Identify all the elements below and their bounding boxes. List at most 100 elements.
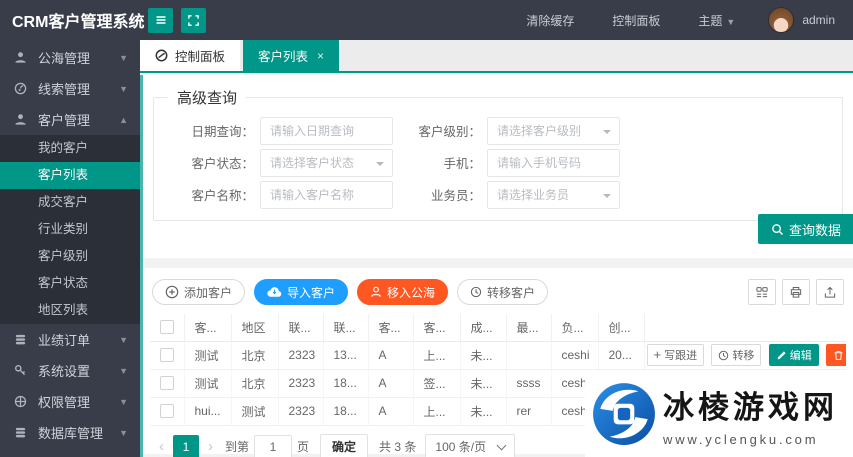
- sidebar-item-label: 业绩订单: [38, 333, 91, 348]
- mobile-input[interactable]: [487, 148, 620, 177]
- transfer-button[interactable]: 转移: [711, 344, 762, 366]
- write-followup-button[interactable]: +写跟进: [646, 344, 705, 366]
- nav-clear-cache[interactable]: 清除缓存: [507, 12, 593, 29]
- sidebar-item-performance-orders[interactable]: 业绩订单 ▼: [0, 324, 140, 355]
- close-icon[interactable]: ×: [317, 49, 324, 63]
- filter-columns-icon: [755, 286, 769, 299]
- user-icon: [14, 51, 29, 64]
- plus-icon: +: [653, 347, 662, 362]
- user-icon: [370, 286, 382, 298]
- sidebar-item-permission-mgmt[interactable]: 权限管理 ▼: [0, 386, 140, 417]
- column-header: 负...: [551, 314, 599, 342]
- column-header: 联...: [278, 314, 324, 342]
- total-count-label: 共 3 条: [379, 440, 417, 454]
- import-customer-button[interactable]: 导入客户: [254, 279, 349, 305]
- row-checkbox[interactable]: [160, 376, 174, 390]
- column-header: 创...: [598, 314, 645, 342]
- sidebar-subitem-customer-level[interactable]: 客户级别: [0, 243, 140, 270]
- page-size-select[interactable]: 100 条/页: [425, 433, 516, 457]
- sidebar-item-system-settings[interactable]: 系统设置 ▼: [0, 355, 140, 386]
- filter-columns-button[interactable]: [748, 279, 776, 305]
- sidebar-item-clue-mgmt[interactable]: 线索管理 ▼: [0, 73, 140, 104]
- app-title: CRM客户管理系统: [12, 14, 145, 31]
- tab-label: 客户列表: [258, 50, 309, 64]
- cell: 北京: [231, 369, 279, 398]
- select-all-checkbox[interactable]: [160, 320, 174, 335]
- delete-button[interactable]: 删除: [826, 344, 846, 366]
- cell: 测试: [231, 397, 279, 426]
- customer-name-input[interactable]: [260, 180, 393, 209]
- advanced-query-panel: 高级查询 日期查询： 客户级别： 请选择客户级别 客户状态： 请选择客户状态: [143, 75, 853, 258]
- avatar[interactable]: [768, 7, 795, 33]
- sidebar-item-customer-mgmt[interactable]: 客户管理 ▲: [0, 104, 140, 135]
- column-header: 成...: [460, 314, 507, 342]
- date-query-input[interactable]: [260, 116, 393, 145]
- tab-customer-list[interactable]: 客户列表 ×: [243, 40, 340, 71]
- cell: 未...: [460, 341, 507, 370]
- row-checkbox[interactable]: [160, 348, 174, 362]
- row-checkbox[interactable]: [160, 404, 174, 418]
- nav-theme-label: 主题: [698, 13, 723, 28]
- button-label: 添加客户: [184, 285, 233, 300]
- sidebar-subitem-my-customers[interactable]: 我的客户: [0, 135, 140, 162]
- customer-level-select[interactable]: 请选择客户级别: [487, 116, 620, 145]
- customer-icon: [14, 113, 29, 126]
- select-placeholder: 请选择客户级别: [497, 124, 582, 138]
- print-button[interactable]: [782, 279, 810, 305]
- chevron-down-icon: ▼: [726, 16, 736, 27]
- fullscreen-button[interactable]: [181, 7, 206, 33]
- sidebar-subitem-region-list[interactable]: 地区列表: [0, 297, 140, 324]
- clock-icon: [470, 286, 482, 298]
- goto-page-input[interactable]: [254, 434, 293, 457]
- cell: A: [368, 397, 414, 426]
- collapse-sidebar-button[interactable]: [148, 7, 173, 33]
- prev-page-button[interactable]: ‹: [152, 438, 171, 455]
- search-icon: [771, 223, 784, 236]
- nav-control-panel[interactable]: 控制面板: [593, 12, 679, 29]
- cell: ceshi: [551, 341, 599, 370]
- chevron-down-icon: ▼: [119, 83, 128, 94]
- add-customer-button[interactable]: 添加客户: [152, 279, 246, 305]
- export-icon: [823, 286, 837, 299]
- sidebar-subitem-deal-customers[interactable]: 成交客户: [0, 189, 140, 216]
- cell: 签...: [413, 369, 461, 398]
- chevron-down-icon: [603, 193, 611, 202]
- advanced-query-fieldset: 高级查询 日期查询： 客户级别： 请选择客户级别 客户状态： 请选择客户状态: [153, 87, 843, 221]
- cell: [506, 341, 552, 370]
- confirm-page-button[interactable]: 确定: [320, 433, 369, 457]
- user-menu[interactable]: admin: [802, 13, 841, 27]
- cell: 上...: [413, 341, 461, 370]
- column-header: 客...: [413, 314, 461, 342]
- tab-control-panel[interactable]: 控制面板: [140, 40, 241, 71]
- sidebar-subitem-customer-status[interactable]: 客户状态: [0, 270, 140, 297]
- sidebar-submenu: 我的客户 客户列表 成交客户 行业类别 客户级别 客户状态 地区列表: [0, 135, 140, 324]
- sidebar-item-database-mgmt[interactable]: 数据库管理 ▼: [0, 417, 140, 448]
- current-page-button[interactable]: 1: [173, 434, 199, 457]
- cell: 上...: [413, 397, 461, 426]
- next-page-button[interactable]: ›: [201, 438, 220, 455]
- transfer-customer-button[interactable]: 转移客户: [457, 279, 549, 305]
- cell: ssss: [506, 369, 552, 398]
- sidebar-item-public-sea[interactable]: 公海管理 ▼: [0, 42, 140, 73]
- nav-theme[interactable]: 主题 ▼: [679, 12, 754, 29]
- sidebar-subitem-industry-category[interactable]: 行业类别: [0, 216, 140, 243]
- cell: 测试: [184, 341, 232, 370]
- clock-icon: [718, 350, 729, 361]
- chevron-down-icon: ▼: [119, 427, 128, 438]
- goto-prefix-label: 到第: [225, 440, 250, 454]
- column-header: 最...: [506, 314, 552, 342]
- sidebar-subitem-customer-list[interactable]: 客户列表: [0, 162, 140, 189]
- cell: hui...: [184, 397, 232, 426]
- customer-status-select[interactable]: 请选择客户状态: [260, 148, 393, 177]
- export-button[interactable]: [816, 279, 844, 305]
- edit-button[interactable]: 编辑: [768, 344, 819, 366]
- cell: A: [368, 369, 414, 398]
- search-data-button[interactable]: 查询数据: [757, 214, 853, 244]
- cell: 未...: [460, 397, 507, 426]
- salesman-select[interactable]: 请选择业务员: [487, 180, 620, 209]
- print-icon: [789, 286, 803, 299]
- move-to-public-sea-button[interactable]: 移入公海: [357, 279, 449, 305]
- advanced-query-legend: 高级查询: [177, 90, 238, 107]
- cell: 18...: [323, 397, 369, 426]
- console-icon: [155, 49, 168, 62]
